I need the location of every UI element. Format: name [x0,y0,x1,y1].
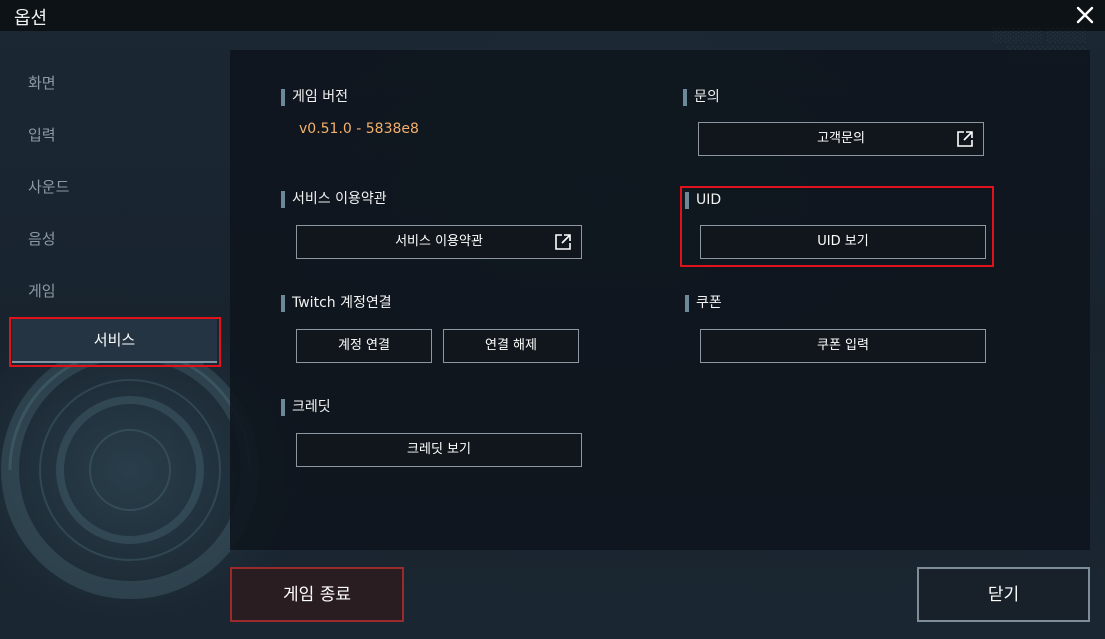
twitch-connect-button[interactable]: 계정 연결 [296,329,432,363]
coupon-input-button[interactable]: 쿠폰 입력 [700,329,986,363]
options-panel: 게임 버전 v0.51.0 - 5838e8 서비스 이용약관 서비스 이용약관… [230,50,1090,550]
sidebar-item-game[interactable]: 게임 [28,280,56,301]
sidebar-item-input[interactable]: 입력 [28,124,56,145]
watermark-line: ░░░░░ ░░░░ [992,29,1087,44]
sidebar-item-voice[interactable]: 음성 [28,228,56,249]
sidebar-item-sound[interactable]: 사운드 [28,176,69,197]
sidebar-item-display[interactable]: 화면 [28,72,56,93]
terms-button[interactable]: 서비스 이용약관 [296,225,582,259]
close-button[interactable]: 닫기 [917,567,1090,622]
title-bar: 옵션 [0,0,1105,31]
customer-inquiry-button[interactable]: 고객문의 [698,122,984,156]
uid-section-highlight [680,186,994,267]
window-title: 옵션 [14,8,48,29]
sidebar-active-highlight [9,317,221,367]
terms-button-label: 서비스 이용약관 [395,234,483,249]
section-label-terms: 서비스 이용약관 [281,191,387,208]
section-label-inquiry: 문의 [683,89,720,106]
section-label-twitch: Twitch 계정연결 [281,295,392,312]
quit-game-button[interactable]: 게임 종료 [230,567,404,622]
credits-button[interactable]: 크레딧 보기 [296,433,582,467]
external-link-icon [555,234,571,250]
section-label-coupon: 쿠폰 [685,295,722,312]
game-version-value: v0.51.0 - 5838e8 [299,121,419,137]
section-label-credits: 크레딧 [281,399,331,416]
twitch-disconnect-button[interactable]: 연결 해제 [443,329,579,363]
close-icon[interactable] [1073,3,1097,27]
customer-inquiry-label: 고객문의 [817,131,865,146]
section-label-game-version: 게임 버전 [281,89,348,106]
external-link-icon [957,131,973,147]
